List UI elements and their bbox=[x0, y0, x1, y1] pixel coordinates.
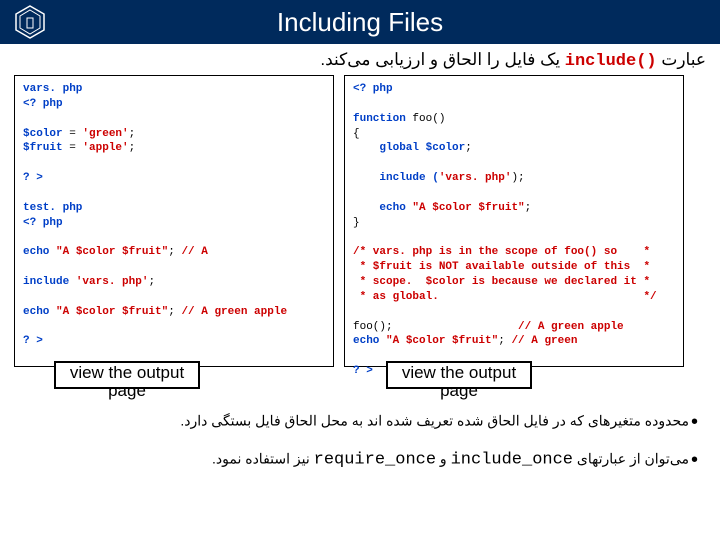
button-wrap-right: view the output page bbox=[344, 361, 684, 389]
code-box-left: vars. php <? php $color = 'green'; $frui… bbox=[14, 75, 334, 367]
bullet-item-2: •می‌توان از عبارتهای include_once و requ… bbox=[6, 441, 698, 479]
view-output-right-button[interactable]: view the output page bbox=[386, 361, 532, 389]
button-wrap-left: view the output page bbox=[14, 361, 334, 389]
button-row: view the output page view the output pag… bbox=[0, 361, 720, 389]
slide-subtitle: عبارت include() یک فایل را الحاق و ارزیا… bbox=[0, 44, 720, 75]
code-box-right: <? php function foo() { global $color; i… bbox=[344, 75, 684, 367]
bullet-icon: • bbox=[691, 449, 698, 471]
subtitle-keyword: include() bbox=[565, 52, 657, 71]
keyword-require-once: require_once bbox=[314, 451, 436, 470]
bullet-list: •محدوده متغیرهای که در فایل الحاق شده تع… bbox=[0, 389, 720, 479]
view-output-left-button[interactable]: view the output page bbox=[54, 361, 200, 389]
subtitle-post: یک فایل را الحاق و ارزیابی می‌کند. bbox=[320, 50, 564, 69]
slide-title: Including Files bbox=[277, 7, 443, 38]
university-logo-icon bbox=[12, 4, 48, 40]
code-row: vars. php <? php $color = 'green'; $frui… bbox=[0, 75, 720, 367]
subtitle-pre: عبارت bbox=[657, 50, 706, 69]
bullet-item-1: •محدوده متغیرهای که در فایل الحاق شده تع… bbox=[6, 403, 698, 441]
slide-header: Including Files bbox=[0, 0, 720, 44]
keyword-include-once: include_once bbox=[451, 451, 573, 470]
bullet-icon: • bbox=[691, 411, 698, 433]
